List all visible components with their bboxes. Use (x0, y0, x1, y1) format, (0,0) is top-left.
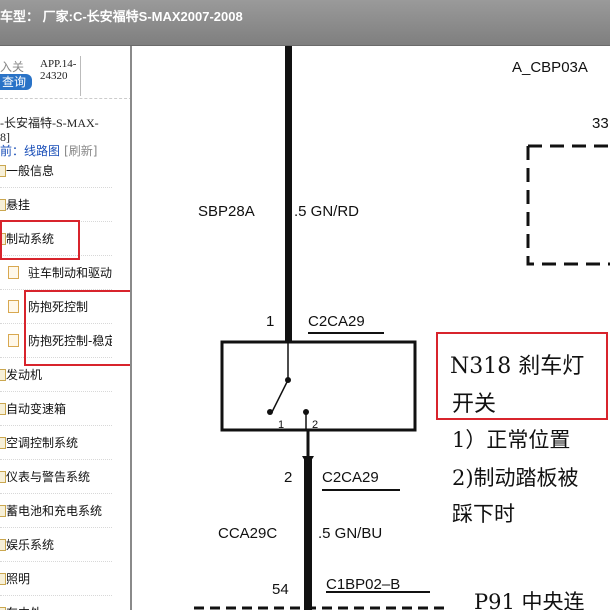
document-icon (8, 334, 19, 347)
nav-item-abs[interactable]: 防抱死控制 (0, 290, 112, 324)
nav-item-label: 车内外 (6, 596, 42, 610)
search-row: 入关 查询 APP.14- 24320 (0, 56, 130, 100)
note-line4: 2)制动踏板被 (452, 466, 579, 490)
nav-item-label: 一般信息 (6, 164, 55, 178)
pin-bottom-label: 2 (284, 469, 292, 486)
nav-item-label: 蓄电池和充电系统 (6, 504, 103, 518)
nav-item-label: 防抱死控制-稳定 (28, 334, 112, 348)
enter-label: 入关 (0, 60, 25, 74)
nav-item-brake-system[interactable]: 制动系统 (0, 222, 112, 256)
note-line5: 踩下时 (452, 502, 515, 526)
wire-top-spec: .5 GN/RD (294, 203, 359, 220)
wire-bottom (304, 458, 312, 610)
nav-item-climate-control[interactable]: 空调控制系统 (0, 426, 112, 460)
document-icon (8, 300, 19, 313)
wiring-diagram: A_CBP03A 33 SBP28A .5 GN/RD 1 C2CA29 1 2… (134, 46, 610, 610)
switch-pin2-label: 2 (312, 419, 318, 431)
module-border-right (526, 144, 610, 266)
pin-top-label: 1 (266, 313, 274, 330)
wire-bottom-spec: .5 GN/BU (318, 525, 382, 542)
switch-blade (271, 379, 289, 413)
conn-bottom-label: C2CA29 (322, 469, 379, 486)
note-line3: 1）正常位置 (452, 428, 571, 452)
separator (80, 56, 81, 96)
sidebar: 入关 查询 APP.14- 24320 -长安福特-S-MAX- 8] 前：线路… (0, 46, 132, 610)
wire-top (285, 46, 292, 342)
app-code-line2: 24320 (40, 70, 68, 82)
nav-item-label: 防抱死控制 (28, 300, 89, 314)
nav-item-label: 发动机 (6, 368, 43, 382)
nav-item-abs-stability[interactable]: 防抱死控制-稳定 (0, 324, 112, 358)
conn-c1bp02-label: C1BP02–B (326, 576, 400, 593)
nav-item-label: 自动变速箱 (6, 402, 67, 416)
window-title-bar: 车型： 厂家:C-长安福特S-MAX2007-2008 (0, 0, 610, 46)
nav-item-engine[interactable]: 发动机 (0, 358, 112, 392)
query-button[interactable]: 查询 (0, 74, 32, 90)
note-line2: 开关 (452, 392, 497, 417)
connector-arrow-icon (302, 456, 314, 466)
conn-top-label: C2CA29 (308, 313, 365, 330)
nav-item-label: 制动系统 (6, 232, 55, 246)
wire-bottom-id: CCA29C (218, 525, 277, 542)
model-line1: -长安福特-S-MAX- (0, 116, 99, 130)
model-title: -长安福特-S-MAX- 8] (0, 116, 99, 144)
divider (0, 98, 130, 99)
nav-item-suspension[interactable]: 悬挂 (0, 188, 112, 222)
nav-item-battery-charging[interactable]: 蓄电池和充电系统 (0, 494, 112, 528)
nav-item-parking-brake[interactable]: 驻车制动和驱动 (0, 256, 112, 290)
nav-item-automatic-transmission[interactable]: 自动变速箱 (0, 392, 112, 426)
document-icon (8, 266, 19, 279)
switch-pin1-label: 1 (278, 419, 284, 431)
nav-item-body[interactable]: 车内外 (0, 596, 112, 610)
nav-item-label: 照明 (6, 572, 31, 586)
switch-pin1-icon (267, 409, 273, 415)
app-code-line1: APP.14- (40, 58, 77, 70)
nav-item-lighting[interactable]: 照明 (0, 562, 112, 596)
connector-a-cbp03a-label: A_CBP03A (512, 59, 588, 76)
nav-item-entertainment[interactable]: 娱乐系统 (0, 528, 112, 562)
app-code: APP.14- 24320 (40, 58, 76, 82)
nav-item-label: 悬挂 (6, 198, 31, 212)
window-title: 车型： 厂家:C-长安福特S-MAX2007-2008 (0, 9, 243, 24)
wire-top-id: SBP28A (198, 203, 255, 220)
nav-item-label: 驻车制动和驱动 (28, 266, 112, 280)
nav-item-label: 仪表与警告系统 (6, 470, 91, 484)
nav-item-label: 空调控制系统 (6, 436, 79, 450)
brake-switch-box (220, 340, 417, 432)
pin-54-label: 54 (272, 581, 289, 598)
wiring-diagram-canvas: A_CBP03A 33 SBP28A .5 GN/RD 1 C2CA29 1 2… (194, 46, 610, 610)
nav-item-general-info[interactable]: 一般信息 (0, 154, 112, 188)
note-bottom: P91 中央连 (474, 590, 585, 610)
note-line1: N318 刹车灯 (450, 354, 585, 379)
nav-item-instruments[interactable]: 仪表与警告系统 (0, 460, 112, 494)
pin-33-label: 33 (592, 115, 609, 132)
nav-item-label: 娱乐系统 (6, 538, 55, 552)
